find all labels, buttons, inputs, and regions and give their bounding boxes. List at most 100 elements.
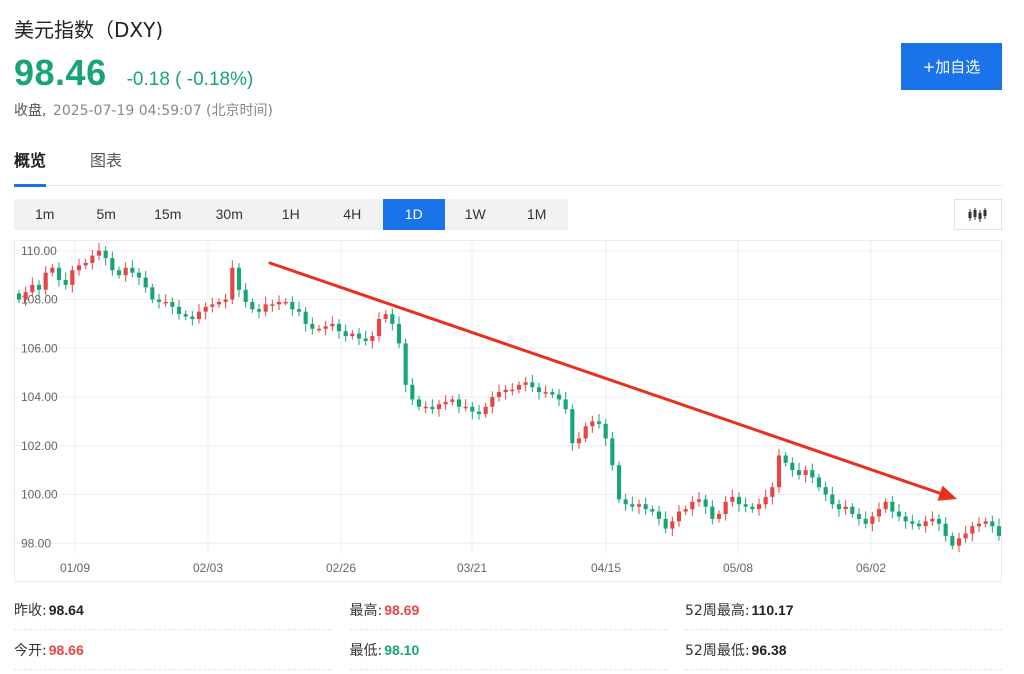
candle-body (43, 272, 48, 290)
candle-body (476, 411, 482, 415)
status-label: 收盘, (14, 103, 47, 119)
candle-body (83, 262, 88, 266)
candle-body (616, 465, 622, 500)
candle-body (956, 538, 962, 546)
candle-body (823, 487, 828, 495)
candle-body (70, 270, 75, 285)
interval-30m[interactable]: 30m (199, 199, 261, 230)
trend-arrow-line (268, 261, 947, 497)
candle-body (516, 384, 522, 390)
stat-label: 今开: (14, 642, 47, 659)
candle-body (610, 438, 615, 466)
candle-body (576, 438, 582, 444)
candle-body (423, 406, 428, 409)
candle-body (750, 506, 755, 510)
x-tick-label: 03/21 (457, 561, 487, 575)
candle-body (756, 504, 762, 510)
stat-value: 110.17 (751, 601, 794, 618)
candle-body (983, 521, 988, 524)
candle-body (456, 399, 462, 407)
stat-value: 98.69 (384, 601, 420, 618)
interval-5m[interactable]: 5m (76, 199, 138, 230)
candle-body (176, 306, 182, 315)
candle-body (170, 301, 175, 307)
candle-body (143, 277, 148, 288)
y-tick-label: 98.00 (21, 536, 51, 550)
candle-body (736, 496, 742, 505)
candle-body (910, 521, 915, 524)
stat-52w-low: 52周最低: 96.38 (685, 630, 1002, 670)
candle-body (236, 267, 242, 290)
candle-body (430, 406, 435, 410)
candle-body (676, 511, 682, 522)
interval-1d[interactable]: 1D (383, 199, 445, 230)
add-to-watchlist-button[interactable]: +加自选 (901, 43, 1002, 90)
candle-body (836, 504, 842, 510)
candle-body (410, 384, 415, 400)
candle-body (163, 301, 168, 304)
interval-selector: 1m 5m 15m 30m 1H 4H 1D 1W 1M (14, 199, 568, 230)
candle-body (970, 526, 975, 534)
tab-chart[interactable]: 图表 (90, 146, 122, 186)
candle-body (390, 314, 395, 324)
candle-body (556, 394, 562, 400)
stat-high: 最高: 98.69 (349, 590, 667, 630)
stat-open: 今开: 98.66 (14, 630, 331, 670)
candle-body (30, 284, 35, 293)
candle-body (396, 323, 402, 344)
candle-body (843, 506, 848, 510)
candle-body (90, 255, 95, 263)
candlestick-chart: 110.00108.00106.00104.00102.00100.0098.0… (15, 241, 1002, 575)
stat-label: 最低: (349, 642, 383, 659)
candle-body (543, 392, 548, 394)
stats-panel: 昨收: 98.64 最高: 98.69 52周最高: 110.17 今开: 98.66 … (14, 590, 1002, 670)
candle-body (663, 518, 668, 529)
candle-body (470, 406, 475, 412)
interval-1h[interactable]: 1H (260, 199, 322, 230)
price-chart[interactable]: 110.00 108.00 106.00 104.00 102.00 100.00 98.0… (14, 240, 1002, 582)
candle-body (130, 267, 135, 273)
candle-body (583, 426, 588, 439)
view-tabs: 概览 图表 (14, 146, 1002, 187)
candle-body (730, 496, 735, 502)
candle-body (590, 421, 595, 427)
candle-body (783, 455, 788, 463)
candle-body (323, 326, 328, 329)
candle-body (890, 501, 895, 512)
candle-body (276, 301, 282, 305)
stat-low: 最低: 98.10 (349, 630, 667, 670)
candle-body (383, 314, 388, 319)
interval-15m[interactable]: 15m (137, 199, 199, 230)
chart-type-button[interactable] (954, 199, 1002, 230)
candle-body (630, 504, 635, 507)
y-tick-label: 102.00 (21, 439, 58, 453)
candle-body (976, 523, 982, 527)
candlestick-icon (968, 207, 987, 222)
candle-body (656, 511, 662, 519)
candle-body (510, 389, 515, 392)
interval-1m[interactable]: 1m (14, 199, 76, 230)
status-timestamp: 2025-07-19 04:59:07 (北京时间) (52, 103, 273, 119)
last-price: 98.46 (14, 52, 107, 93)
candle-body (196, 311, 202, 319)
interval-4h[interactable]: 4H (322, 199, 384, 230)
candle-body (283, 301, 288, 304)
candle-body (923, 521, 928, 527)
candle-body (796, 470, 802, 475)
y-tick-label: 104.00 (21, 390, 58, 404)
interval-1w[interactable]: 1W (445, 199, 507, 230)
stat-label: 52周最高: (685, 602, 750, 619)
interval-1mo[interactable]: 1M (506, 199, 568, 230)
candle-body (450, 399, 455, 402)
candle-body (683, 509, 688, 512)
stat-value: 98.10 (384, 641, 420, 658)
candle-body (943, 523, 948, 536)
candle-body (810, 470, 815, 478)
candle-body (416, 399, 422, 407)
candle-body (156, 299, 162, 302)
tab-overview[interactable]: 概览 (14, 146, 47, 187)
price-change: -0.18 ( -0.18%) (126, 69, 254, 90)
candle-body (870, 516, 875, 524)
stat-value: 98.64 (48, 601, 84, 618)
candle-body (563, 399, 568, 410)
